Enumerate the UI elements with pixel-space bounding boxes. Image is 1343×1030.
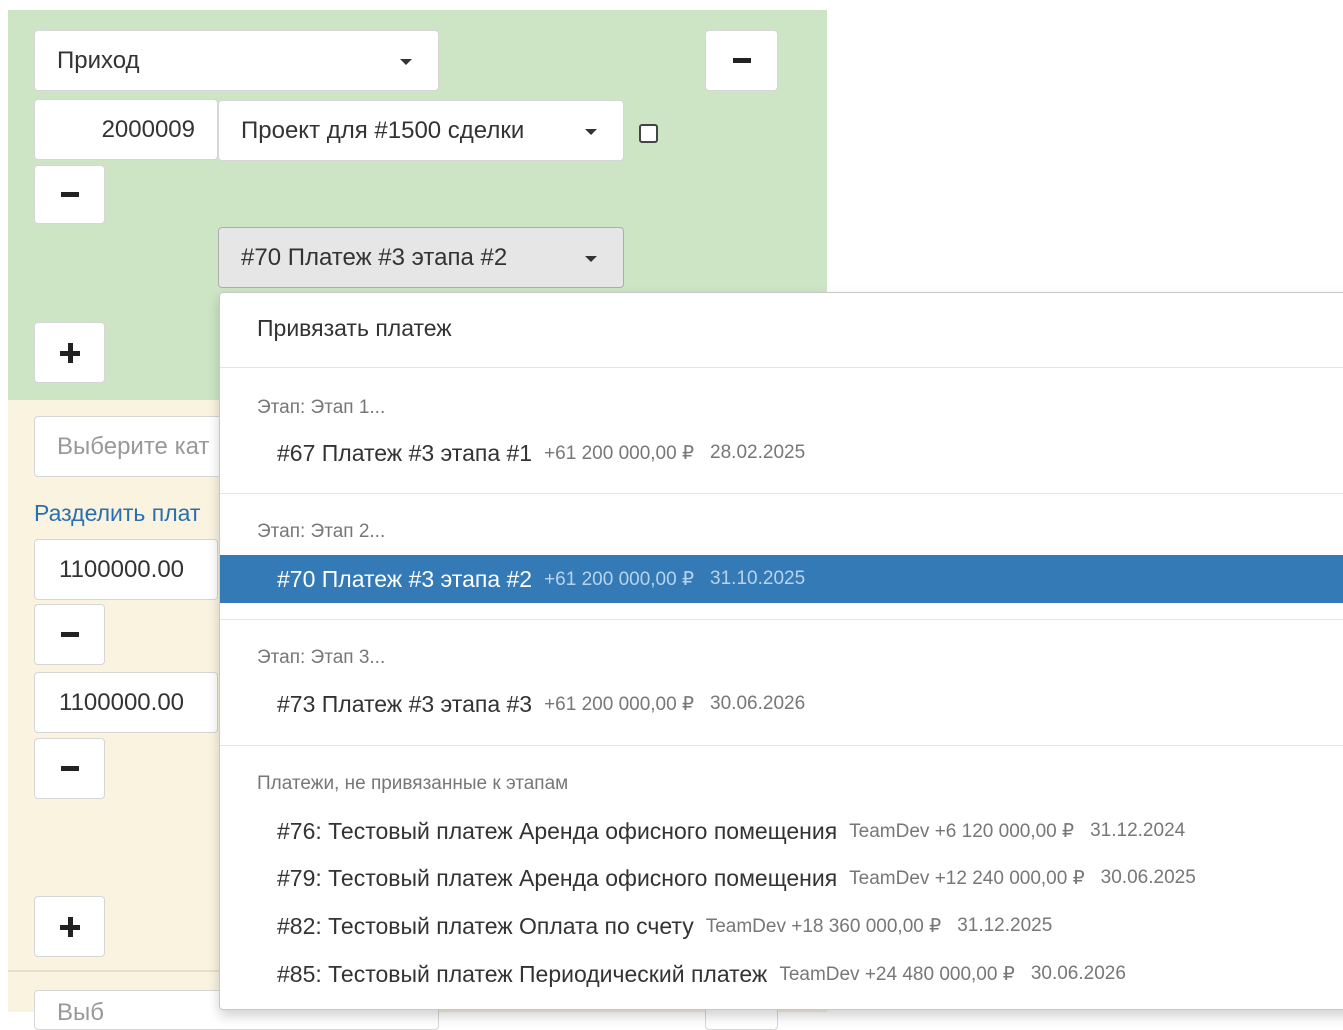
chevron-down-icon: [585, 255, 597, 262]
payment-amount: TeamDev +24 480 000,00 ₽: [779, 963, 1015, 985]
payment-date: 31.12.2024: [1090, 820, 1186, 841]
chevron-down-icon: [400, 58, 412, 65]
add-project-button[interactable]: [34, 322, 105, 383]
plus-icon: [59, 916, 80, 937]
minus-icon: [60, 192, 79, 197]
group-label-stage-1: Этап: Этап 1...: [257, 397, 386, 418]
menu-item-payment-70[interactable]: #70 Платеж #3 этапа #2 +61 200 000,00 ₽ …: [220, 555, 1343, 603]
payment-amount: +61 200 000,00 ₽: [544, 693, 695, 715]
menu-divider: [220, 493, 1343, 494]
remove-project-button[interactable]: [34, 165, 105, 224]
payment-name: #79: Тестовый платеж Аренда офисного пом…: [277, 864, 838, 891]
payment-amount: +61 200 000,00 ₽: [544, 568, 695, 590]
split-amount-input-1[interactable]: 1100000.00: [34, 539, 218, 600]
chevron-down-icon: [585, 128, 597, 135]
project-checkbox[interactable]: [639, 124, 658, 143]
menu-divider: [220, 367, 1343, 368]
menu-divider: [220, 745, 1343, 746]
project-select[interactable]: Проект для #1500 сделки: [218, 100, 624, 161]
bottom-placeholder: Выб: [57, 999, 105, 1026]
remove-split-button-2[interactable]: [34, 738, 105, 799]
payment-name: #85: Тестовый платеж Периодический плате…: [277, 960, 768, 987]
payment-name: #82: Тестовый платеж Оплата по счету: [277, 912, 694, 939]
amount-input[interactable]: 2000009: [34, 99, 218, 160]
payment-date: 31.12.2025: [957, 915, 1053, 936]
payment-name: #67 Платеж #3 этапа #1: [277, 439, 533, 466]
bind-payment-header[interactable]: Привязать платеж: [257, 315, 452, 342]
add-split-button[interactable]: [34, 896, 105, 957]
remove-split-button-1[interactable]: [34, 604, 105, 665]
split-amount-input-2[interactable]: 1100000.00: [34, 672, 218, 733]
payment-name: #76: Тестовый платеж Аренда офисного пом…: [277, 817, 838, 844]
menu-item-payment-79[interactable]: #79: Тестовый платеж Аренда офисного пом…: [220, 854, 1343, 902]
category-placeholder: Выберите кат: [57, 432, 210, 460]
payment-date: 31.10.2025: [710, 568, 806, 589]
menu-divider: [220, 619, 1343, 620]
project-value: Проект для #1500 сделки: [241, 116, 525, 144]
menu-item-payment-73[interactable]: #73 Платеж #3 этапа #3 +61 200 000,00 ₽ …: [220, 680, 1343, 728]
payment-amount: TeamDev +12 240 000,00 ₽: [849, 867, 1085, 889]
payment-date: 30.06.2026: [1030, 963, 1126, 984]
menu-item-payment-85[interactable]: #85: Тестовый платеж Периодический плате…: [220, 950, 1343, 998]
minus-icon: [732, 58, 751, 63]
payment-dropdown-menu: Привязать платеж Этап: Этап 1... #67 Пла…: [219, 292, 1343, 1010]
group-label-stage-3: Этап: Этап 3...: [257, 647, 386, 668]
payment-name: #70 Платеж #3 этапа #2: [277, 565, 533, 592]
group-label-unlinked: Платежи, не привязанные к этапам: [257, 773, 569, 794]
payment-value: #70 Платеж #3 этапа #2: [241, 243, 508, 271]
menu-item-payment-82[interactable]: #82: Тестовый платеж Оплата по счету Tea…: [220, 902, 1343, 950]
remove-operation-button[interactable]: [705, 30, 778, 91]
payment-date: 30.06.2025: [1100, 867, 1196, 888]
payment-select[interactable]: #70 Платеж #3 этапа #2: [218, 227, 624, 288]
payment-name: #73 Платеж #3 этапа #3: [277, 690, 533, 717]
split-amount-value-2: 1100000.00: [59, 688, 185, 716]
operation-type-value: Приход: [57, 46, 140, 74]
split-amount-value-1: 1100000.00: [59, 555, 185, 583]
payment-amount: +61 200 000,00 ₽: [544, 442, 695, 464]
minus-icon: [60, 632, 79, 637]
payment-date: 28.02.2025: [710, 442, 806, 463]
payment-amount: TeamDev +6 120 000,00 ₽: [849, 820, 1075, 842]
split-payment-link[interactable]: Разделить плат: [34, 500, 200, 527]
group-label-stage-2: Этап: Этап 2...: [257, 521, 386, 542]
payment-date: 30.06.2026: [710, 693, 806, 714]
minus-icon: [60, 766, 79, 771]
plus-icon: [59, 342, 80, 363]
menu-item-payment-76[interactable]: #76: Тестовый платеж Аренда офисного пом…: [220, 807, 1343, 855]
payment-amount: TeamDev +18 360 000,00 ₽: [705, 915, 942, 937]
amount-value: 2000009: [101, 115, 195, 143]
operation-type-select[interactable]: Приход: [34, 30, 439, 91]
menu-item-payment-67[interactable]: #67 Платеж #3 этапа #1 +61 200 000,00 ₽ …: [220, 429, 1343, 477]
